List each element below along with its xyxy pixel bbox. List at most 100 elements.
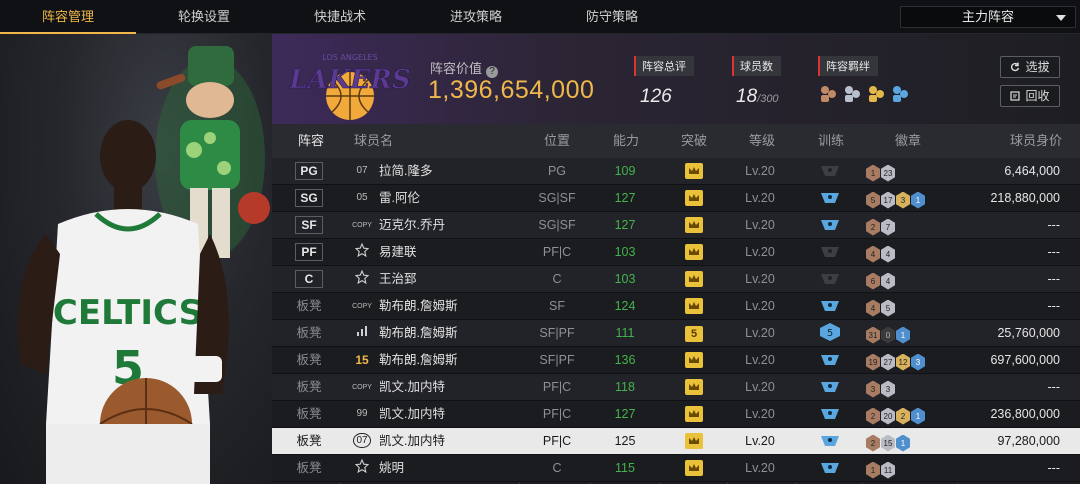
player-rating: 103 [614, 245, 636, 259]
header-position[interactable]: 位置 [544, 124, 570, 158]
player-row[interactable]: 板凳 勒布朗.詹姆斯 SF|PF 111 Lv.20 25,760,000 5 5 31 0 1 [272, 320, 1080, 347]
roster-table: 阵容 球员名 位置 能力 突破 等级 训练 徽章 球员身价 PG 07 拉简.隆多 P… [272, 124, 1080, 484]
select-button[interactable]: 选拔 [1000, 56, 1060, 78]
lineup-select[interactable]: 主力阵容 [900, 6, 1076, 28]
player-salary: 97,280,000 [997, 434, 1060, 448]
player-row[interactable]: PG 07 拉简.隆多 PG 109 Lv.20 6,464,000 1 23 [272, 158, 1080, 185]
bronze-badge-icon[interactable]: 4 [866, 245, 880, 263]
badge-list: 1 23 [866, 158, 956, 184]
player-position: SF [549, 299, 565, 313]
silver-badge-icon[interactable]: 7 [881, 218, 895, 236]
header-breakthrough[interactable]: 突破 [681, 124, 707, 158]
blue-badge-icon[interactable]: 1 [896, 434, 910, 452]
bond-silver-icon[interactable] [842, 84, 863, 104]
bronze-badge-icon[interactable]: 5 [866, 191, 880, 209]
card-number: COPY [352, 384, 372, 391]
card-number-icon: 05 [352, 185, 372, 211]
bronze-badge-icon[interactable]: 1 [866, 164, 880, 182]
bronze-badge-icon[interactable]: 2 [866, 218, 880, 236]
bond-blue-icon[interactable] [890, 84, 911, 104]
lineup-summary: LOS ANGELES LAKERS 阵容价值? 1,396,654,000 阵… [272, 34, 1080, 124]
player-row[interactable]: 板凳 姚明 C 115 Lv.20 --- 1 11 [272, 455, 1080, 482]
tab-defense-strategy[interactable]: 防守策略 [544, 0, 680, 34]
bronze-badge-icon[interactable]: 6 [866, 272, 880, 290]
bronze-badge-icon[interactable]: 19 [866, 353, 880, 371]
silver-badge-icon[interactable]: 27 [881, 353, 895, 371]
player-rating: 125 [614, 434, 636, 448]
tab-lineup-management[interactable]: 阵容管理 [0, 0, 136, 34]
recycle-button-label: 回收 [1025, 89, 1050, 103]
card-number: 15 [355, 353, 369, 367]
player-row[interactable]: 板凳 07 凯文.加内特 PF|C 125 Lv.20 97,280,000 2 15 1 [272, 428, 1080, 455]
gold-badge-icon[interactable]: 3 [896, 191, 910, 209]
silver-badge-icon[interactable]: 11 [881, 461, 895, 479]
tab-offense-strategy[interactable]: 进攻策略 [408, 0, 544, 34]
training-active-icon [812, 428, 848, 454]
blue-badge-icon[interactable]: 1 [896, 326, 910, 344]
tab-rotation-settings[interactable]: 轮换设置 [136, 0, 272, 34]
dark-badge-icon[interactable]: 0 [881, 326, 895, 344]
blue-badge-icon[interactable]: 3 [911, 353, 925, 371]
bench-label: 板凳 [296, 407, 322, 421]
bronze-badge-icon[interactable]: 4 [866, 299, 880, 317]
silver-badge-icon[interactable]: 4 [881, 245, 895, 263]
player-salary: --- [1047, 218, 1061, 232]
header-badges[interactable]: 徽章 [895, 124, 921, 158]
player-position: C [552, 272, 562, 286]
header-name[interactable]: 球员名 [354, 124, 393, 158]
blue-badge-icon[interactable]: 1 [911, 407, 925, 425]
training-active-icon [812, 401, 848, 427]
silver-badge-icon[interactable]: 4 [881, 272, 895, 290]
player-row[interactable]: SF COPY 迈克尔.乔丹 SG|SF 127 Lv.20 --- 2 7 [272, 212, 1080, 239]
bronze-badge-icon[interactable]: 2 [866, 434, 880, 452]
player-name: 迈克尔.乔丹 [379, 218, 445, 232]
player-salary: --- [1047, 299, 1061, 313]
bronze-badge-icon[interactable]: 3 [866, 380, 880, 398]
player-row[interactable]: 板凳 COPY 凯文.加内特 PF|C 118 Lv.20 --- 3 3 [272, 374, 1080, 401]
header-level[interactable]: 等级 [749, 124, 775, 158]
player-salary: 25,760,000 [997, 326, 1060, 340]
card-number-icon: 07 [352, 158, 372, 184]
player-level: Lv.20 [745, 353, 775, 367]
blue-badge-icon[interactable]: 1 [911, 191, 925, 209]
player-row[interactable]: 板凳 99 凯文.加内特 PF|C 127 Lv.20 236,800,000 2 20 2 1 [272, 401, 1080, 428]
bronze-badge-icon[interactable]: 2 [866, 407, 880, 425]
player-name: 姚明 [379, 461, 405, 475]
roster-table-header: 阵容 球员名 位置 能力 突破 等级 训练 徽章 球员身价 [272, 124, 1080, 158]
header-training[interactable]: 训练 [818, 124, 844, 158]
player-photo: CELTICS 5 [17, 120, 229, 484]
player-name: 勒布朗.詹姆斯 [379, 326, 458, 340]
silver-badge-icon[interactable]: 3 [881, 380, 895, 398]
bond-gold-icon[interactable] [866, 84, 887, 104]
tab-quick-tactics[interactable]: 快捷战术 [272, 0, 408, 34]
badge-list: 2 15 1 [866, 428, 956, 454]
silver-badge-icon[interactable]: 15 [881, 434, 895, 452]
training-active-icon [812, 293, 848, 319]
bronze-badge-icon[interactable]: 1 [866, 461, 880, 479]
bronze-badge-icon[interactable]: 31 [866, 326, 880, 344]
player-rating: 118 [615, 380, 635, 394]
recycle-button[interactable]: 回收 [1000, 85, 1060, 107]
player-row[interactable]: PF 易建联 PF|C 103 Lv.20 --- 4 4 [272, 239, 1080, 266]
silver-badge-icon[interactable]: 17 [881, 191, 895, 209]
silver-badge-icon[interactable]: 5 [881, 299, 895, 317]
header-salary[interactable]: 球员身价 [1010, 124, 1062, 158]
lineup-slot: 板凳 [294, 347, 324, 373]
bond-bronze-icon[interactable] [818, 84, 839, 104]
player-row[interactable]: 板凳 15 勒布朗.詹姆斯 SF|PF 136 Lv.20 697,600,000 19 27 1… [272, 347, 1080, 374]
player-name: 雷.阿伦 [379, 191, 420, 205]
player-row[interactable]: SG 05 雷.阿伦 SG|SF 127 Lv.20 218,880,000 5 17 3 1 [272, 185, 1080, 212]
gold-badge-icon[interactable]: 12 [896, 353, 910, 371]
player-count-stat: 球员数 18/300 [732, 56, 781, 108]
player-row[interactable]: 板凳 COPY 勒布朗.詹姆斯 SF 124 Lv.20 --- 4 5 [272, 293, 1080, 320]
crown-icon [680, 455, 708, 481]
gold-badge-icon[interactable]: 2 [896, 407, 910, 425]
player-row[interactable]: C 王治郅 C 103 Lv.20 --- 6 4 [272, 266, 1080, 293]
player-rating: 127 [614, 218, 636, 232]
header-rating[interactable]: 能力 [613, 124, 639, 158]
silver-badge-icon[interactable]: 23 [881, 164, 895, 182]
player-salary: 236,800,000 [990, 407, 1060, 421]
silver-badge-icon[interactable]: 20 [881, 407, 895, 425]
card-number-icon: 15 [352, 347, 372, 373]
header-slot[interactable]: 阵容 [298, 124, 324, 158]
